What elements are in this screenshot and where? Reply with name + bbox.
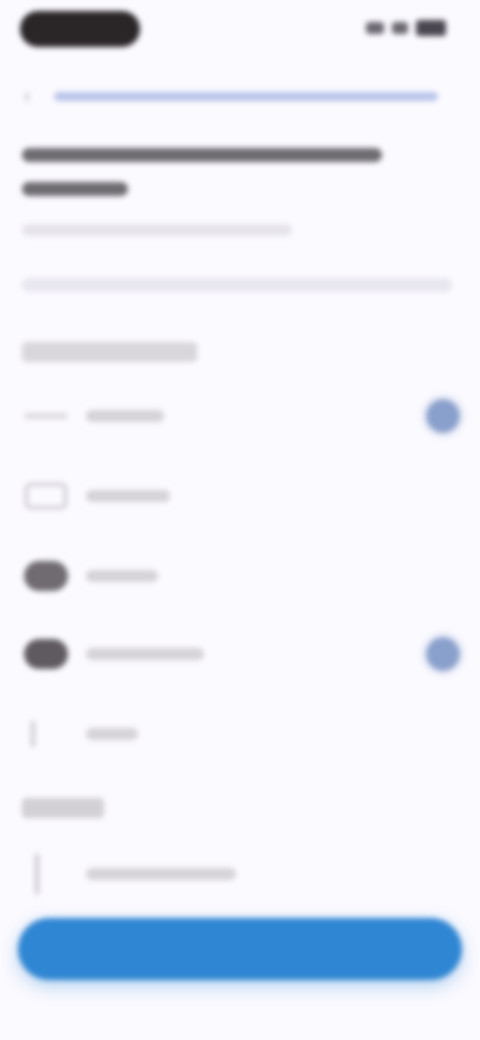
option-label [86,570,158,582]
option-label [86,490,170,502]
option-item-4[interactable] [20,622,460,686]
signal-icon [366,22,384,34]
url-bar[interactable]: ‹ [24,84,438,108]
option-item-5[interactable] [20,702,460,766]
secondary-section-label [22,798,104,818]
url-text[interactable] [54,91,438,101]
primary-cta-button[interactable] [18,918,462,980]
secondary-item-label [86,868,236,880]
radio-selected[interactable] [426,637,460,671]
radio-selected[interactable] [426,399,460,433]
back-arrow-icon[interactable]: ‹ [24,87,42,105]
wifi-icon [392,22,408,34]
screen: ‹ [0,0,480,1040]
status-time-pill [20,11,140,47]
option-item-1[interactable] [20,384,460,448]
line-icon [20,714,72,754]
page-subtitle [22,224,292,236]
option-label [86,728,138,740]
option-label [86,410,164,422]
cloud-icon [20,556,72,596]
page-title [22,140,392,196]
options-section-label [22,342,197,362]
switch-icon [20,396,72,436]
device-icon [20,476,72,516]
cloud-upload-icon [20,634,72,674]
person-icon [20,854,72,894]
page-description [22,278,452,292]
option-item-2[interactable] [20,464,460,528]
option-item-3[interactable] [20,544,460,608]
secondary-item[interactable] [20,842,460,906]
status-icons [366,20,446,36]
option-label [86,648,204,660]
battery-icon [416,20,446,36]
